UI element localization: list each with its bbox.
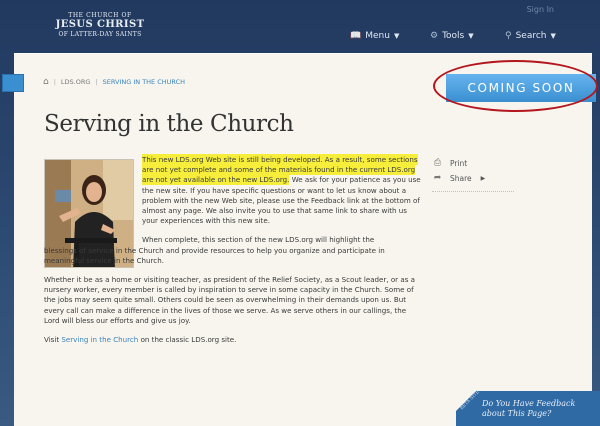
home-icon[interactable]: ⌂ <box>43 77 49 87</box>
share-label: Share <box>450 173 472 183</box>
logo-line-1: THE CHURCH OF <box>68 12 132 19</box>
visit-prefix: Visit <box>44 335 62 345</box>
nav-menu-label: Menu <box>365 31 390 41</box>
chevron-right-icon: ▶ <box>480 174 486 182</box>
nav-search-label: Search <box>515 31 547 41</box>
highlight-oval <box>433 60 598 112</box>
share-button[interactable]: ➦ Share ▶ <box>432 173 522 183</box>
divider <box>432 191 514 192</box>
breadcrumb-separator: | <box>53 78 56 86</box>
para2-start: When complete, this section of the new L… <box>142 235 375 245</box>
nav-tools[interactable]: ⚙ Tools ▼ <box>430 31 474 41</box>
sign-in-link[interactable]: Sign In <box>527 5 554 14</box>
share-icon: ➦ <box>433 173 442 183</box>
print-label: Print <box>450 158 468 168</box>
intro-paragraph: This new LDS.org Web site is still being… <box>142 154 422 226</box>
breadcrumb-lds-org[interactable]: LDS.ORG <box>61 78 91 86</box>
chevron-down-icon: ▼ <box>550 32 556 40</box>
page-tools: ⎙ Print ➦ Share ▶ <box>432 158 522 192</box>
para3: Whether it be as a home or visiting teac… <box>44 275 416 325</box>
nav-tools-label: Tools <box>442 31 465 41</box>
serving-in-the-church-link[interactable]: Serving in the Church <box>61 335 138 344</box>
logo-line-2: JESUS CHRIST <box>55 19 145 30</box>
breadcrumb-separator: | <box>95 78 98 86</box>
feedback-line-1: Do You Have Feedback <box>482 399 576 408</box>
chevron-down-icon: ▼ <box>393 32 400 40</box>
visit-suffix: on the classic LDS.org site. <box>138 335 237 345</box>
feedback-button[interactable]: BETA SITE Do You Have Feedback about Thi… <box>456 390 600 426</box>
visit-paragraph: Visit Serving in the Church on the class… <box>44 335 422 345</box>
chevron-down-icon: ▼ <box>468 32 474 40</box>
nav-search[interactable]: ⚲ Search ▼ <box>505 31 556 41</box>
article-body: This new LDS.org Web site is still being… <box>44 154 422 354</box>
para2-rest: blessings of service in the Church and p… <box>44 245 385 265</box>
gear-icon: ⚙ <box>430 31 439 41</box>
feedback-line-2: about This Page? <box>482 409 552 418</box>
church-logo[interactable]: THE CHURCH OF JESUS CHRIST OF LATTER-DAY… <box>44 12 156 38</box>
page-title: Serving in the Church <box>44 111 294 137</box>
search-icon: ⚲ <box>505 31 512 41</box>
print-icon: ⎙ <box>433 158 442 168</box>
logo-line-3: OF LATTER-DAY SAINTS <box>58 31 142 38</box>
breadcrumb-current[interactable]: SERVING IN THE CHURCH <box>103 78 185 86</box>
breadcrumb: ⌂ | LDS.ORG | SERVING IN THE CHURCH <box>43 77 185 87</box>
book-icon: 📖 <box>350 31 362 41</box>
nav-menu[interactable]: 📖 Menu ▼ <box>350 31 399 41</box>
print-button[interactable]: ⎙ Print <box>432 158 522 168</box>
page-tab-marker <box>2 74 24 92</box>
